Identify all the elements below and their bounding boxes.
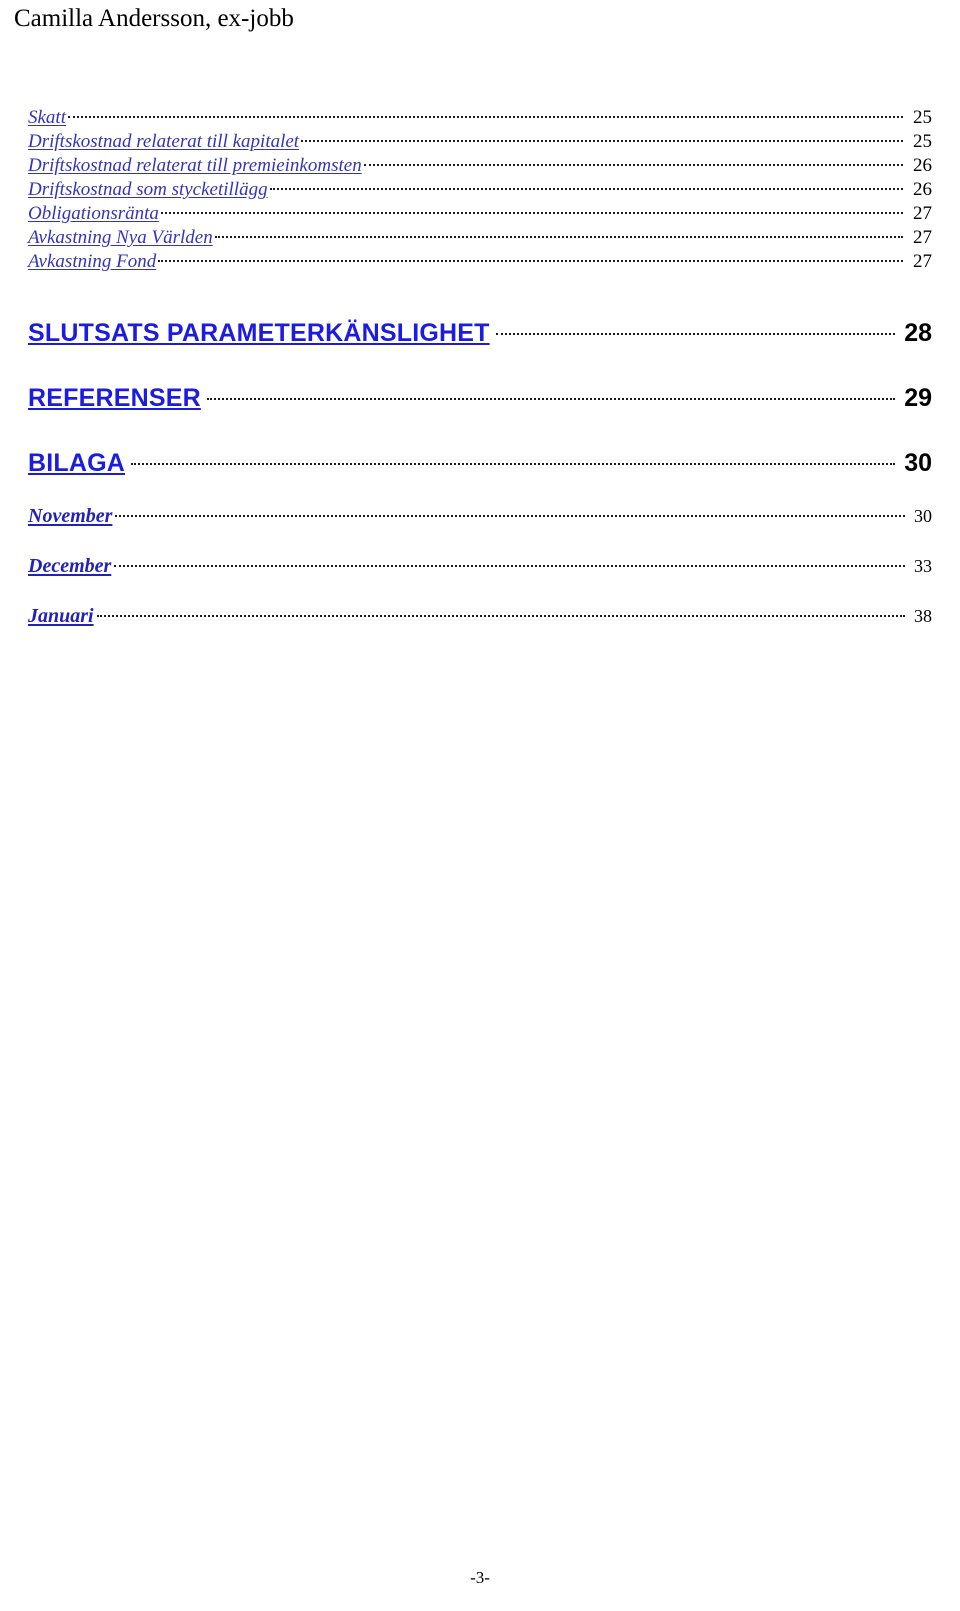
toc-entry-driftskostnad-kapitalet[interactable]: Driftskostnad relaterat till kapitalet 2… <box>28 130 932 154</box>
toc-entry-december[interactable]: December 33 <box>28 552 932 580</box>
toc-spacer <box>28 350 932 381</box>
leader-dots <box>363 155 903 171</box>
toc-entry-label[interactable]: Januari <box>28 602 97 630</box>
leader-dots <box>301 131 903 147</box>
toc-entry-page: 27 <box>913 251 932 272</box>
toc-heading-bilaga[interactable]: BILAGA 30 <box>28 446 932 480</box>
toc-entry-label[interactable]: Avkastning Nya Världen <box>28 226 215 250</box>
toc-entry-label[interactable]: November <box>28 502 115 530</box>
toc-entry-avkastning-nya-varlden[interactable]: Avkastning Nya Världen 27 <box>28 226 932 250</box>
toc-entry-page: 33 <box>914 556 932 576</box>
toc-spacer <box>28 580 932 602</box>
table-of-contents: Skatt 25 Driftskostnad relaterat till ka… <box>28 106 932 630</box>
toc-entry-page: 27 <box>913 227 932 248</box>
toc-entry-november[interactable]: November 30 <box>28 502 932 530</box>
toc-entry-obligationsranta[interactable]: Obligationsränta 27 <box>28 202 932 226</box>
toc-heading-label[interactable]: REFERENSER <box>28 381 207 415</box>
toc-entry-page: 25 <box>913 107 932 128</box>
footer-page-marker: -3- <box>470 1568 490 1587</box>
leader-dots <box>269 179 903 195</box>
toc-entry-driftskostnad-premieinkomsten[interactable]: Driftskostnad relaterat till premieinkom… <box>28 154 932 178</box>
toc-entry-label[interactable]: Skatt <box>28 106 68 130</box>
toc-entry-page: 26 <box>913 179 932 200</box>
leader-dots <box>96 606 905 622</box>
leader-dots <box>131 455 895 471</box>
toc-entry-page: 30 <box>914 506 932 526</box>
leader-dots <box>68 107 903 123</box>
leader-dots <box>115 506 905 522</box>
toc-entry-page: 27 <box>913 203 932 224</box>
toc-heading-page: 28 <box>904 319 932 347</box>
toc-entry-label[interactable]: December <box>28 552 114 580</box>
toc-entry-driftskostnad-stycketillagg[interactable]: Driftskostnad som stycketillägg 26 <box>28 178 932 202</box>
toc-entry-label[interactable]: Driftskostnad relaterat till premieinkom… <box>28 154 364 178</box>
leader-dots <box>114 556 905 572</box>
leader-dots <box>495 325 895 341</box>
toc-heading-slutsats-parameterkanslighet[interactable]: SLUTSATS PARAMETERKÄNSLIGHET 28 <box>28 316 932 350</box>
leader-dots <box>160 203 903 219</box>
toc-heading-page: 30 <box>904 449 932 477</box>
toc-spacer <box>28 415 932 446</box>
toc-spacer <box>28 274 932 316</box>
toc-entry-avkastning-fond[interactable]: Avkastning Fond 27 <box>28 250 932 274</box>
leader-dots <box>158 251 903 267</box>
running-header-title: Camilla Andersson, ex-jobb <box>14 5 294 32</box>
toc-entry-label[interactable]: Driftskostnad relaterat till kapitalet <box>28 130 301 154</box>
toc-entry-label[interactable]: Obligationsränta <box>28 202 161 226</box>
toc-entry-page: 26 <box>913 155 932 176</box>
toc-entry-page: 38 <box>914 606 932 626</box>
toc-heading-referenser[interactable]: REFERENSER 29 <box>28 381 932 415</box>
toc-spacer <box>28 480 932 502</box>
toc-spacer <box>28 530 932 552</box>
leader-dots <box>214 227 903 243</box>
toc-entry-skatt[interactable]: Skatt 25 <box>28 106 932 130</box>
toc-entry-januari[interactable]: Januari 38 <box>28 602 932 630</box>
toc-heading-page: 29 <box>904 384 932 412</box>
leader-dots <box>206 390 895 406</box>
toc-entry-page: 25 <box>913 131 932 152</box>
toc-heading-label[interactable]: SLUTSATS PARAMETERKÄNSLIGHET <box>28 316 496 350</box>
toc-entry-label[interactable]: Driftskostnad som stycketillägg <box>28 178 270 202</box>
toc-heading-label[interactable]: BILAGA <box>28 446 131 480</box>
toc-entry-label[interactable]: Avkastning Fond <box>28 250 158 274</box>
